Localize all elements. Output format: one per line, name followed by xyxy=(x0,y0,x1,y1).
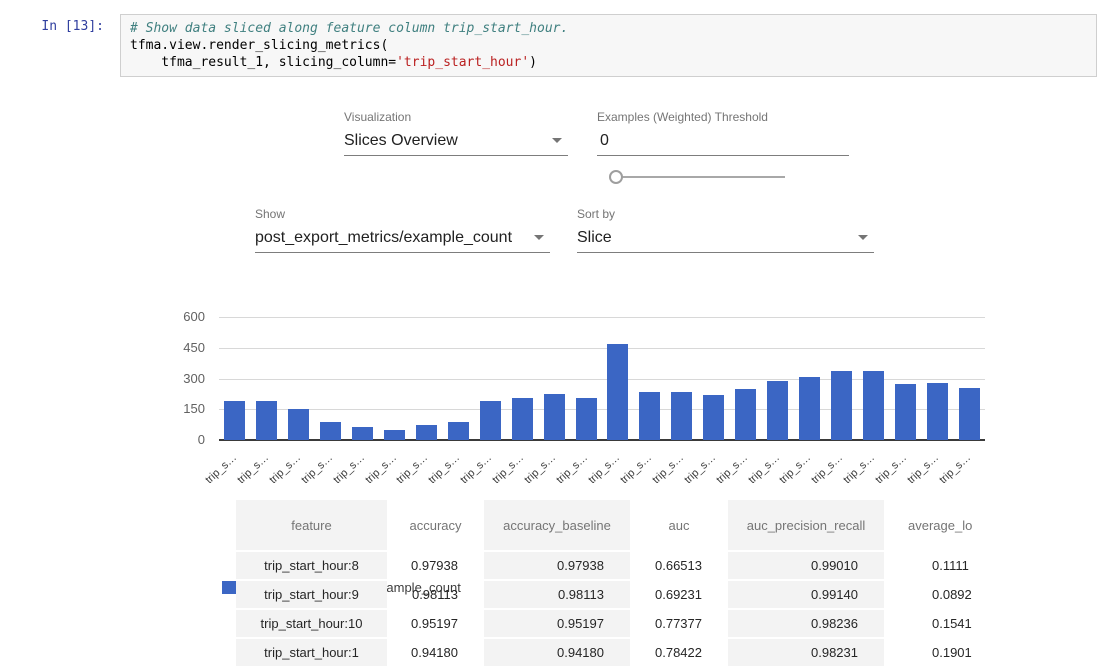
show-label: Show xyxy=(255,207,550,221)
bar[interactable] xyxy=(863,371,884,440)
code-line: # Show data sliced along feature column … xyxy=(130,20,1087,37)
bar[interactable] xyxy=(320,422,341,440)
table-cell: 0.1901 xyxy=(884,639,972,666)
code-editor[interactable]: # Show data sliced along feature column … xyxy=(120,14,1097,77)
bar[interactable] xyxy=(671,392,692,440)
notebook-page: In [13]: # Show data sliced along featur… xyxy=(0,0,1111,668)
table-cell: 0.99010 xyxy=(728,552,884,579)
table-cell: 0.95197 xyxy=(387,610,484,637)
sort-by-selected: Slice xyxy=(577,229,612,246)
table-cell: 0.77377 xyxy=(630,610,728,637)
threshold-slider[interactable] xyxy=(609,169,785,185)
table-cell: 0.78422 xyxy=(630,639,728,666)
bar[interactable] xyxy=(959,388,980,440)
bar[interactable] xyxy=(544,394,565,440)
table-cell: 0.98113 xyxy=(387,581,484,608)
visualization-dropdown[interactable]: Visualization Slices Overview xyxy=(344,110,568,156)
table-cell: 0.95197 xyxy=(484,610,630,637)
threshold-label: Examples (Weighted) Threshold xyxy=(597,110,849,124)
sort-by-value[interactable]: Slice xyxy=(577,228,874,253)
column-header[interactable]: accuracy_baseline xyxy=(484,500,630,550)
bar[interactable] xyxy=(607,344,628,440)
show-dropdown[interactable]: Show post_export_metrics/example_count xyxy=(255,207,550,253)
column-header[interactable]: feature xyxy=(236,500,387,550)
y-axis-tick-label: 150 xyxy=(160,401,205,416)
table-row[interactable]: trip_start_hour:80.979380.979380.665130.… xyxy=(236,552,972,579)
sort-by-label: Sort by xyxy=(577,207,874,221)
column-header[interactable]: accuracy xyxy=(387,500,484,550)
table-cell: 0.66513 xyxy=(630,552,728,579)
table-row[interactable]: trip_start_hour:100.951970.951970.773770… xyxy=(236,610,972,637)
bar[interactable] xyxy=(639,392,660,440)
threshold-field[interactable]: Examples (Weighted) Threshold 0 xyxy=(597,110,849,156)
chevron-down-icon xyxy=(534,235,544,240)
column-header[interactable]: auc_precision_recall xyxy=(728,500,884,550)
bar[interactable] xyxy=(799,377,820,440)
bar[interactable] xyxy=(927,383,948,440)
show-value[interactable]: post_export_metrics/example_count xyxy=(255,228,550,253)
slider-track[interactable] xyxy=(617,176,785,178)
table-cell: 0.0892 xyxy=(884,581,972,608)
bar[interactable] xyxy=(895,384,916,440)
chevron-down-icon xyxy=(552,138,562,143)
gridline xyxy=(219,348,985,349)
table-cell: 0.99140 xyxy=(728,581,884,608)
table-cell: 0.94180 xyxy=(387,639,484,666)
threshold-input[interactable]: 0 xyxy=(597,131,849,156)
table-cell: 0.98113 xyxy=(484,581,630,608)
table-cell: 0.94180 xyxy=(484,639,630,666)
bar[interactable] xyxy=(224,401,245,440)
table-row[interactable]: trip_start_hour:10.941800.941800.784220.… xyxy=(236,639,972,666)
table-cell: 0.1111 xyxy=(884,552,972,579)
bar[interactable] xyxy=(735,389,756,440)
chevron-down-icon xyxy=(858,235,868,240)
table-cell: 0.97938 xyxy=(387,552,484,579)
gridline xyxy=(219,317,985,318)
bar[interactable] xyxy=(256,401,277,440)
bar[interactable] xyxy=(288,409,309,440)
code-line: tfma.view.render_slicing_metrics( xyxy=(130,37,1087,54)
bar[interactable] xyxy=(576,398,597,440)
slider-knob[interactable] xyxy=(609,170,623,184)
table-cell: trip_start_hour:1 xyxy=(236,639,387,666)
table-cell: trip_start_hour:9 xyxy=(236,581,387,608)
table-cell: 0.97938 xyxy=(484,552,630,579)
sort-by-dropdown[interactable]: Sort by Slice xyxy=(577,207,874,253)
x-axis-tick-label: trip_s… xyxy=(180,452,239,509)
bar[interactable] xyxy=(512,398,533,440)
table-cell: 0.98231 xyxy=(728,639,884,666)
bar[interactable] xyxy=(767,381,788,440)
bar[interactable] xyxy=(703,395,724,440)
visualization-label: Visualization xyxy=(344,110,568,124)
column-header[interactable]: average_los xyxy=(884,500,972,550)
y-axis-tick-label: 300 xyxy=(160,371,205,386)
visualization-selected: Slices Overview xyxy=(344,132,458,149)
table-cell: trip_start_hour:10 xyxy=(236,610,387,637)
y-axis-tick-label: 0 xyxy=(160,432,205,447)
metrics-table: featureaccuracyaccuracy_baselineaucauc_p… xyxy=(236,500,972,668)
bar[interactable] xyxy=(416,425,437,440)
table-cell: 0.98236 xyxy=(728,610,884,637)
bar[interactable] xyxy=(448,422,469,440)
show-selected: post_export_metrics/example_count xyxy=(255,229,512,246)
table-cell: 0.1541 xyxy=(884,610,972,637)
column-header[interactable]: auc xyxy=(630,500,728,550)
bar[interactable] xyxy=(480,401,501,440)
table-row[interactable]: trip_start_hour:90.981130.981130.692310.… xyxy=(236,581,972,608)
code-line: tfma_result_1, slicing_column='trip_star… xyxy=(130,54,1087,71)
code-lines: # Show data sliced along feature column … xyxy=(130,20,1087,71)
y-axis-tick-label: 450 xyxy=(160,340,205,355)
y-axis-tick-label: 600 xyxy=(160,309,205,324)
table-header-row: featureaccuracyaccuracy_baselineaucauc_p… xyxy=(236,500,972,550)
table-cell: trip_start_hour:8 xyxy=(236,552,387,579)
table-cell: 0.69231 xyxy=(630,581,728,608)
cell-prompt: In [13]: xyxy=(0,19,104,34)
visualization-value[interactable]: Slices Overview xyxy=(344,131,568,156)
bar[interactable] xyxy=(352,427,373,440)
bar[interactable] xyxy=(831,371,852,440)
slices-bar-chart: post_export_metrics/example_count 600450… xyxy=(0,288,1111,480)
bar[interactable] xyxy=(384,430,405,440)
